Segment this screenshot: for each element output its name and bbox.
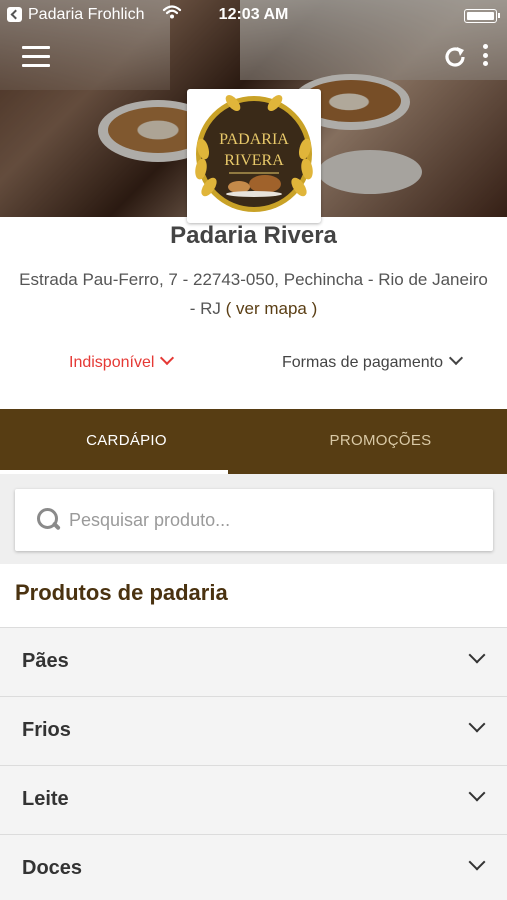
- logo-line1: PADARIA: [219, 131, 289, 148]
- refresh-icon[interactable]: [442, 44, 468, 70]
- store-name: Padaria Rivera: [170, 222, 337, 249]
- payment-methods-dropdown[interactable]: Formas de pagamento: [282, 350, 464, 372]
- tab-promocoes[interactable]: PROMOÇÕES: [254, 409, 507, 474]
- tab-cardapio[interactable]: CARDÁPIO: [0, 409, 253, 474]
- store-address: Estrada Pau-Ferro, 7 - 22743-050, Pechin…: [14, 265, 493, 323]
- section-title: Produtos de padaria: [15, 580, 228, 605]
- chevron-down-icon: [468, 784, 486, 802]
- search-input[interactable]: [69, 505, 469, 535]
- category-label: Leite: [22, 788, 69, 810]
- category-label: Frios: [22, 719, 71, 741]
- store-info-card: Padaria Rivera Estrada Pau-Ferro, 7 - 22…: [0, 217, 507, 409]
- tab-bar: CARDÁPIO PROMOÇÕES: [0, 409, 507, 474]
- category-label: Doces: [22, 857, 83, 879]
- more-vertical-icon[interactable]: [478, 44, 492, 70]
- availability-label: Indisponível: [69, 354, 155, 371]
- category-label: Pães: [22, 650, 69, 672]
- status-bar: Padaria Frohlich 12:03 AM: [0, 0, 507, 30]
- chevron-down-icon: [468, 853, 486, 871]
- search-icon: [37, 508, 61, 532]
- category-item-leite[interactable]: Leite: [0, 765, 507, 834]
- search-area: [0, 474, 507, 564]
- view-map-link[interactable]: ( ver mapa ): [226, 299, 318, 318]
- category-item-doces[interactable]: Doces: [0, 834, 507, 900]
- chevron-down-icon: [468, 646, 486, 664]
- clock: 12:03 AM: [218, 6, 289, 23]
- hamburger-menu-icon[interactable]: [22, 46, 50, 68]
- category-list: Pães Frios Leite Doces: [0, 627, 507, 900]
- search-box[interactable]: [15, 489, 493, 551]
- chevron-down-icon: [160, 350, 175, 366]
- chevron-down-icon: [468, 715, 486, 733]
- category-item-frios[interactable]: Frios: [0, 696, 507, 765]
- category-item-paes[interactable]: Pães: [0, 627, 507, 696]
- chevron-down-icon: [448, 350, 464, 366]
- payment-methods-label: Formas de pagamento: [282, 354, 443, 371]
- availability-dropdown[interactable]: Indisponível: [69, 350, 175, 372]
- battery-icon: [464, 9, 500, 23]
- logo-line2: RIVERA: [224, 152, 284, 169]
- store-logo: PADARIA RIVERA: [187, 89, 321, 223]
